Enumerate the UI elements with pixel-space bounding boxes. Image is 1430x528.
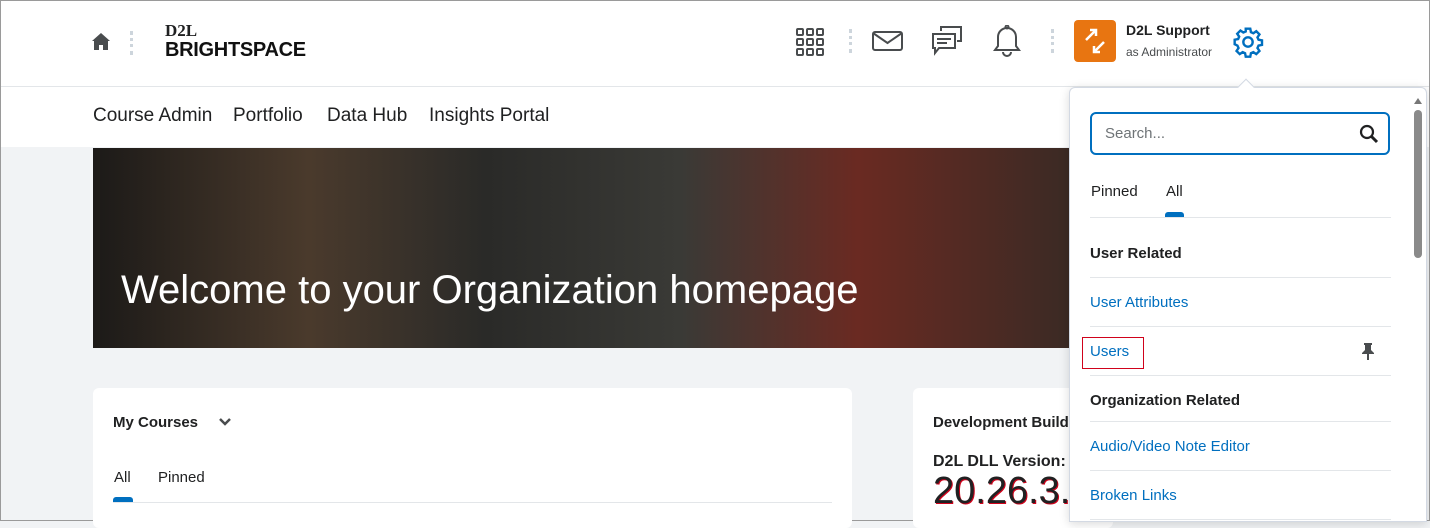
widget-title: My Courses (113, 414, 199, 431)
nav-data-hub[interactable]: Data Hub (327, 105, 407, 127)
mail-icon[interactable] (872, 31, 903, 51)
switch-arrows-icon (1085, 28, 1105, 54)
nav-insights-portal[interactable]: Insights Portal (429, 105, 549, 127)
divider (1090, 217, 1391, 218)
scrollbar[interactable] (1414, 98, 1422, 518)
widget-title: Development Build (933, 414, 1069, 431)
impersonation-avatar (1074, 20, 1116, 62)
admin-tools-dropdown: Search... Pinned All User Related User A… (1069, 78, 1427, 522)
section-header-organization-related: Organization Related (1090, 376, 1391, 422)
chat-icon[interactable] (931, 25, 963, 57)
menu-item-audio-video-note-editor[interactable]: Audio/Video Note Editor (1090, 422, 1391, 471)
search-placeholder: Search... (1105, 125, 1166, 142)
version-value: 20.26.3. (933, 470, 1071, 512)
link-label[interactable]: Audio/Video Note Editor (1090, 438, 1250, 455)
section-label: User Related (1090, 245, 1182, 262)
home-icon[interactable] (92, 33, 110, 50)
admin-gear-icon[interactable] (1232, 26, 1264, 58)
link-label[interactable]: User Attributes (1090, 294, 1188, 311)
divider (113, 502, 832, 503)
version-label: D2L DLL Version: (933, 453, 1066, 470)
pin-icon[interactable] (1361, 342, 1375, 360)
divider (849, 29, 852, 53)
link-label[interactable]: Broken Links (1090, 487, 1177, 504)
homepage-banner: Welcome to your Organization homepage (93, 148, 1073, 348)
search-input[interactable]: Search... (1090, 112, 1390, 155)
nav-portfolio[interactable]: Portfolio (233, 105, 303, 127)
top-bar: D2L BRIGHTSPACE D2L Support as Administr… (1, 1, 1429, 87)
notification-bell-icon[interactable] (993, 25, 1021, 57)
chevron-down-icon[interactable] (218, 417, 232, 427)
nav-course-admin[interactable]: Course Admin (93, 105, 212, 127)
link-label[interactable]: Users (1090, 343, 1129, 360)
section-label: Organization Related (1090, 392, 1241, 409)
my-courses-widget: My Courses All Pinned (93, 388, 852, 528)
brightspace-logo[interactable]: D2L BRIGHTSPACE (165, 21, 306, 62)
tab-all[interactable]: All (1166, 183, 1183, 200)
waffle-grid-icon[interactable] (796, 28, 824, 56)
divider (1051, 29, 1054, 53)
divider (130, 31, 133, 55)
menu-item-broken-links[interactable]: Broken Links (1090, 471, 1391, 520)
tab-pinned[interactable]: Pinned (158, 469, 205, 486)
scrollbar-thumb[interactable] (1414, 110, 1422, 258)
banner-title: Welcome to your Organization homepage (121, 268, 859, 312)
tab-all[interactable]: All (114, 469, 131, 486)
scroll-up-arrow[interactable] (1414, 98, 1422, 104)
section-header-user-related: User Related (1090, 229, 1391, 278)
search-icon[interactable] (1359, 124, 1379, 144)
tab-pinned[interactable]: Pinned (1091, 183, 1138, 200)
menu-item-user-attributes[interactable]: User Attributes (1090, 278, 1391, 327)
menu-item-users[interactable]: Users (1082, 327, 1391, 376)
